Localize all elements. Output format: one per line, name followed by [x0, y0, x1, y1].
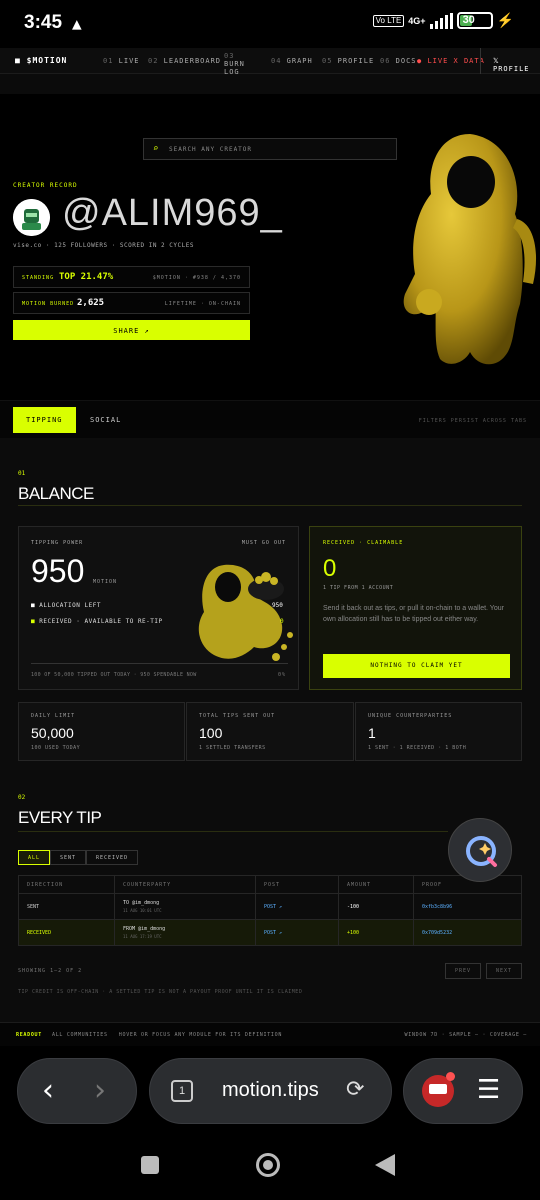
top-nav: ■ $MOTION 01 LIVE 02 LEADERBOARD 03 BURN…: [0, 48, 540, 76]
home-icon[interactable]: [256, 1153, 280, 1177]
burned-value: 2,625: [77, 298, 105, 308]
allocation-left-value: 950: [272, 602, 283, 609]
filter-all[interactable]: ALL: [18, 850, 51, 865]
address-bar[interactable]: 1 motion.tips ⟳: [149, 1058, 392, 1124]
signal-icon: [429, 12, 453, 29]
section-number: 02: [18, 794, 26, 801]
main-content: 01 BALANCE TIPPING POWER MUST GO OUT 950…: [0, 438, 540, 1022]
tab-count-icon[interactable]: 1: [171, 1080, 193, 1102]
claimable-value: 0: [323, 555, 337, 582]
filter-sent[interactable]: SENT: [50, 850, 87, 865]
allocation-left-row: ■ ALLOCATION LEFT: [31, 602, 101, 609]
tabs-bar: TIPPING SOCIAL FILTERS PERSIST ACROSS TA…: [0, 400, 540, 438]
readout-bar: READOUT ALL COMMUNITIES HOVER OR FOCUS A…: [0, 1022, 540, 1046]
received-row: ■ RECEIVED · AVAILABLE TO RE-TIP: [31, 618, 163, 625]
stat-counterparties: UNIQUE COUNTERPARTIES 1 1 SENT · 1 RECEIVE…: [355, 702, 522, 761]
brand-logo[interactable]: ■ $MOTION: [15, 56, 67, 65]
mascot-illustration: [403, 134, 537, 365]
volte-badge: Vo LTE: [372, 14, 405, 27]
tips-note: TIP CREDIT IS OFF-CHAIN · A SETTLED TIP …: [18, 989, 303, 995]
filter-received[interactable]: RECEIVED: [86, 850, 139, 865]
nav-item-leaderboard[interactable]: 02 LEADERBOARD: [148, 57, 221, 65]
reload-icon[interactable]: ⟳: [346, 1077, 364, 1102]
tabs-note: FILTERS PERSIST ACROSS TABS: [418, 418, 527, 424]
section-label: CREATOR RECORD: [13, 182, 78, 189]
creator-meta: vise.co · 125 FOLLOWERS · SCORED IN 2 CY…: [13, 242, 194, 249]
tab-social[interactable]: SOCIAL: [77, 407, 134, 433]
prev-button[interactable]: PREV: [445, 963, 481, 979]
nav-item-graph[interactable]: 04 GRAPH: [271, 57, 313, 65]
tipping-power-value: 950: [31, 553, 85, 589]
status-bar: 3:45 ▲ Vo LTE 4G+ 30 ⚡: [0, 0, 540, 48]
profile-button[interactable]: 𝕏 PROFILE: [480, 48, 540, 74]
url-text[interactable]: motion.tips: [222, 1079, 319, 1102]
tipping-power-card: TIPPING POWER MUST GO OUT 950 MOTION ■ A…: [18, 526, 299, 690]
nav-item-live[interactable]: 01 LIVE: [103, 57, 140, 65]
received-value: 0: [280, 618, 284, 625]
warning-icon: ▲: [72, 14, 82, 33]
assistant-button[interactable]: [448, 818, 512, 882]
balance-title: BALANCE: [18, 484, 94, 503]
progress-bar: [31, 663, 288, 664]
system-nav-bar: [0, 1136, 540, 1200]
nav-item-docs[interactable]: 06 DOCS: [380, 57, 417, 65]
nav-buttons: ‹ ›: [17, 1058, 137, 1124]
table-row: RECEIVED FROM @im_dmong 11 AUG 17:19 UTC …: [19, 919, 521, 945]
charging-icon: ⚡: [496, 12, 514, 28]
next-button[interactable]: NEXT: [486, 963, 522, 979]
pagination-info: SHOWING 1–2 OF 2: [18, 968, 83, 974]
browser-toolbar: ‹ › 1 motion.tips ⟳ ☰: [0, 1046, 540, 1136]
creator-hero: ⌕ SEARCH ANY CREATOR CREATOR RECORD @ALI…: [0, 74, 540, 438]
post-link[interactable]: POST ↗: [255, 894, 338, 919]
search-icon: ⌕: [153, 144, 160, 154]
assistant-icon: [466, 836, 497, 867]
post-link[interactable]: POST ↗: [255, 920, 338, 945]
x-icon: 𝕏: [493, 57, 500, 65]
browser-actions: ☰: [403, 1058, 523, 1124]
ticker-strip: [0, 74, 540, 94]
table-row: SENT TO @im_dmong 11 AUG 10:01 UTC POST ↗…: [19, 893, 521, 919]
battery-icon: 30: [456, 12, 493, 29]
live-x-data-link[interactable]: ● LIVE X DATA: [417, 57, 485, 65]
claim-button[interactable]: NOTHING TO CLAIM YET: [323, 654, 510, 678]
proof-link[interactable]: 0xfb3c8b96: [413, 894, 523, 919]
recents-icon[interactable]: [141, 1156, 159, 1174]
tips-table: DIRECTION COUNTERPARTY POST AMOUNT PROOF…: [18, 875, 522, 946]
nav-item-profile[interactable]: 05 PROFILE: [322, 57, 374, 65]
menu-icon[interactable]: ☰: [477, 1077, 500, 1103]
section-number: 01: [18, 470, 26, 477]
proof-link[interactable]: 0x709d5232: [413, 920, 523, 945]
forward-icon[interactable]: ›: [94, 1073, 106, 1108]
creator-handle: @ALIM969_: [62, 192, 283, 234]
avatar: [13, 199, 50, 236]
clock: 3:45: [24, 12, 63, 33]
tab-tipping[interactable]: TIPPING: [13, 407, 76, 433]
standing-value: TOP 21.47%: [59, 272, 114, 282]
back-nav-icon[interactable]: [375, 1154, 395, 1176]
burned-row: MOTION BURNED 2,625 LIFETIME · ON-CHAIN: [13, 292, 250, 314]
standing-row: STANDING TOP 21.47% $MOTION · #938 / 4,3…: [13, 266, 250, 288]
divider: [18, 505, 522, 506]
back-icon[interactable]: ‹: [42, 1073, 54, 1108]
extension-icon[interactable]: [422, 1072, 455, 1107]
table-header: DIRECTION COUNTERPARTY POST AMOUNT PROOF: [19, 876, 521, 893]
stat-total-tips: TOTAL TIPS SENT OUT 100 1 SETTLED TRANSFER…: [186, 702, 354, 761]
stat-daily-limit: DAILY LIMIT 50,000 100 USED TODAY: [18, 702, 185, 761]
nav-item-burn-log[interactable]: 03 BURN LOG: [224, 52, 254, 76]
search-input[interactable]: ⌕ SEARCH ANY CREATOR: [143, 138, 397, 160]
network-type: 4G+: [408, 15, 426, 26]
every-tip-title: EVERY TIP: [18, 808, 102, 827]
divider: [18, 831, 448, 832]
claimable-card: RECEIVED · CLAIMABLE 0 1 TIP FROM 1 ACCO…: [309, 526, 522, 690]
share-button[interactable]: SHARE ↗: [13, 320, 250, 340]
